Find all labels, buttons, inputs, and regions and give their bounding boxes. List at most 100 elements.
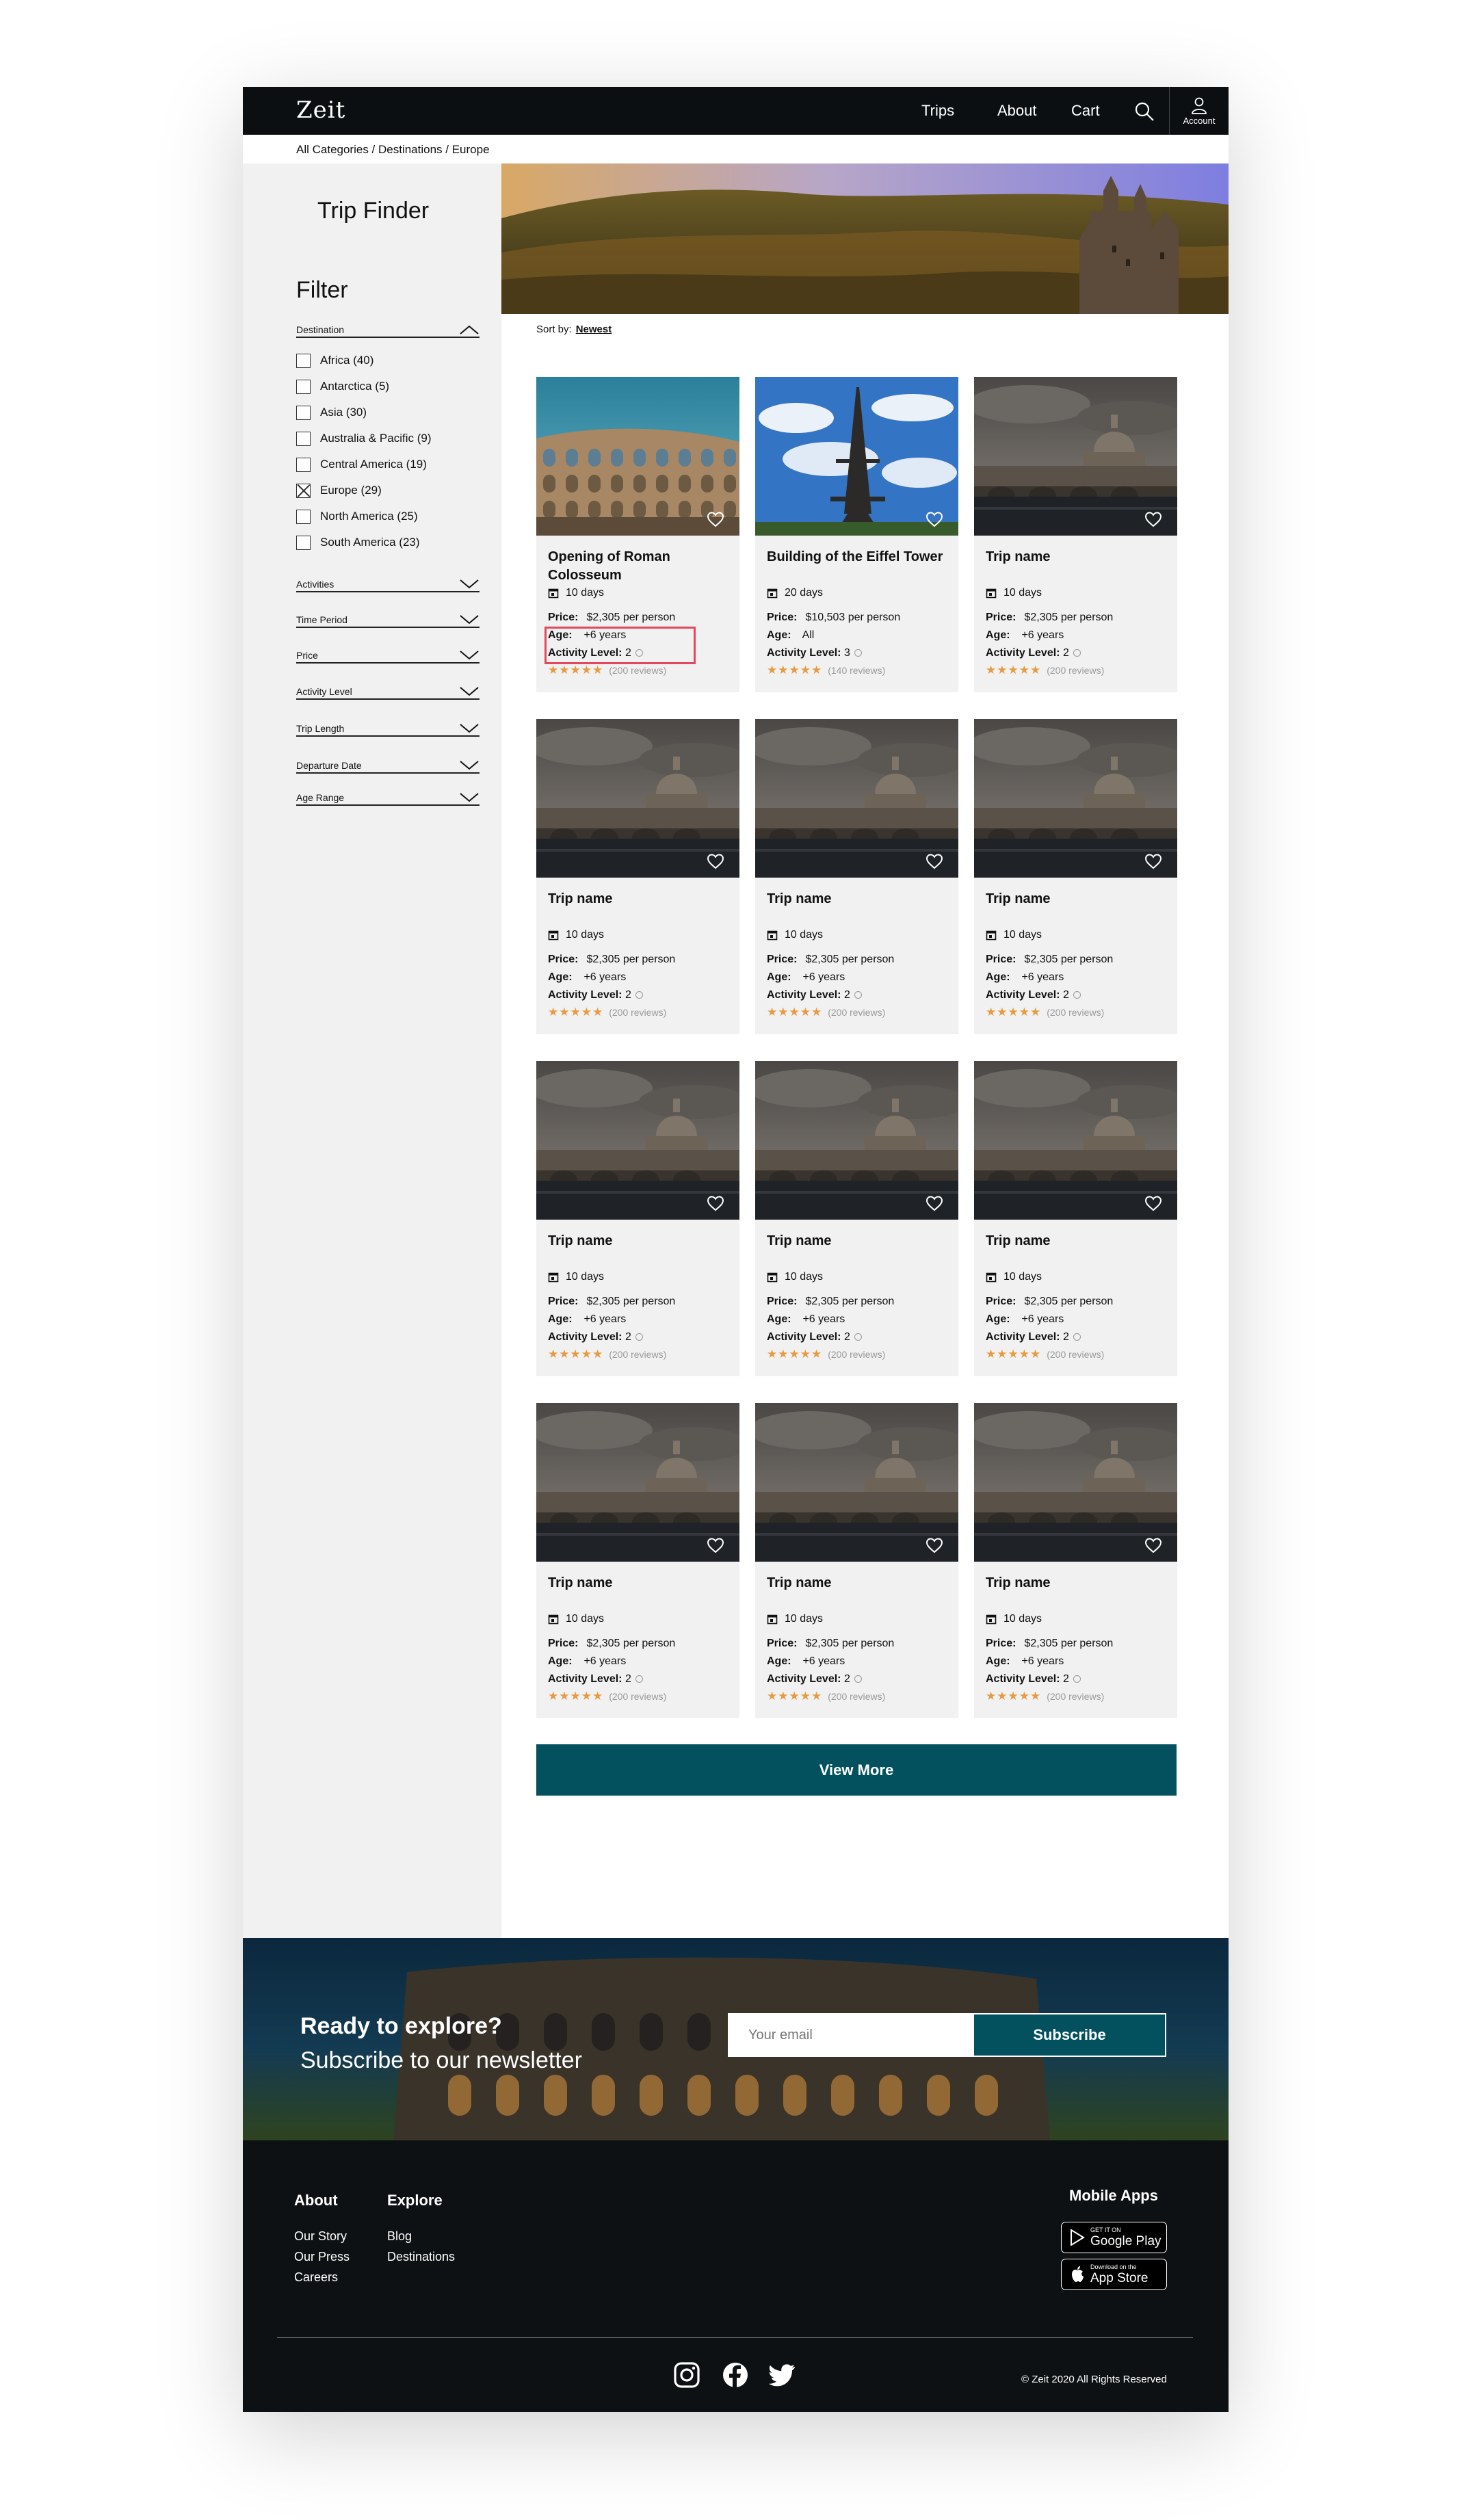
info-icon[interactable] <box>1073 1333 1081 1341</box>
review-count[interactable]: (200 reviews) <box>609 1349 666 1360</box>
trip-title[interactable]: Trip name <box>548 1232 726 1250</box>
destination-option[interactable]: Australia & Pacific (9) <box>296 425 432 451</box>
info-icon[interactable] <box>1073 649 1081 657</box>
trip-card[interactable]: Trip name 10 days Price: $2,305 per pers… <box>974 719 1177 1034</box>
instagram-icon[interactable] <box>673 2361 700 2389</box>
heart-icon[interactable] <box>707 1537 724 1553</box>
destination-option[interactable]: Antarctica (5) <box>296 373 432 399</box>
nav-cart[interactable]: Cart <box>1071 87 1100 135</box>
info-icon[interactable] <box>635 1675 643 1683</box>
info-icon[interactable] <box>635 1333 643 1341</box>
heart-icon[interactable] <box>926 1195 943 1211</box>
info-icon[interactable] <box>854 1675 862 1683</box>
email-input[interactable] <box>728 2013 973 2057</box>
trip-title[interactable]: Trip name <box>767 1574 945 1592</box>
trip-title[interactable]: Trip name <box>548 890 726 908</box>
filter-trip-length[interactable]: Trip Length <box>296 718 480 737</box>
filter-time-period[interactable]: Time Period <box>296 609 480 628</box>
trip-card[interactable]: Trip name 10 days Price: $2,305 per pers… <box>974 1403 1177 1718</box>
subscribe-button[interactable]: Subscribe <box>973 2013 1166 2057</box>
heart-icon[interactable] <box>1144 853 1162 869</box>
trip-card[interactable]: Trip name 10 days Price: $2,305 per pers… <box>536 719 739 1034</box>
destination-option[interactable]: Central America (19) <box>296 451 432 477</box>
checkbox[interactable] <box>296 405 311 420</box>
review-count[interactable]: (200 reviews) <box>1047 665 1104 676</box>
trip-card[interactable]: Trip name 10 days Price: $2,305 per pers… <box>536 1061 739 1376</box>
info-icon[interactable] <box>1073 991 1081 999</box>
breadcrumb[interactable]: All Categories / Destinations / Europe <box>296 143 490 157</box>
footer-link-blog[interactable]: Blog <box>387 2229 412 2244</box>
google-play-button[interactable]: GET IT ON Google Play <box>1061 2222 1167 2253</box>
destination-option[interactable]: Africa (40) <box>296 347 432 373</box>
info-icon[interactable] <box>854 649 862 657</box>
destination-option[interactable]: North America (25) <box>296 503 432 529</box>
filter-price[interactable]: Price <box>296 644 480 664</box>
checkbox[interactable] <box>296 535 311 550</box>
review-count[interactable]: (200 reviews) <box>828 1691 885 1702</box>
info-icon[interactable] <box>1073 1675 1081 1683</box>
trip-title[interactable]: Opening of Roman Colosseum <box>548 548 726 585</box>
trip-title[interactable]: Trip name <box>986 890 1164 908</box>
trip-title[interactable]: Trip name <box>767 1232 945 1250</box>
review-count[interactable]: (200 reviews) <box>609 1691 666 1702</box>
checkbox[interactable] <box>296 353 311 368</box>
trip-title[interactable]: Trip name <box>548 1574 726 1592</box>
trip-card[interactable]: Trip name 10 days Price: $2,305 per pers… <box>755 1403 958 1718</box>
search-icon[interactable] <box>1133 101 1155 122</box>
nav-trips[interactable]: Trips <box>921 87 954 135</box>
account-button[interactable]: Account <box>1169 87 1229 135</box>
checkbox-checked[interactable] <box>296 483 311 498</box>
heart-icon[interactable] <box>1144 511 1162 527</box>
checkbox[interactable] <box>296 457 311 472</box>
trip-card[interactable]: Trip name 10 days Price: $2,305 per pers… <box>755 1061 958 1376</box>
sort-value[interactable]: Newest <box>576 324 612 335</box>
trip-card[interactable]: Trip name 10 days Price: $2,305 per pers… <box>974 377 1177 692</box>
trip-card[interactable]: Opening of Roman Colosseum 10 days Price… <box>536 377 739 692</box>
checkbox[interactable] <box>296 509 311 524</box>
facebook-icon[interactable] <box>722 2361 749 2389</box>
info-icon[interactable] <box>854 991 862 999</box>
destination-option[interactable]: South America (23) <box>296 529 432 555</box>
review-count[interactable]: (200 reviews) <box>1047 1691 1104 1702</box>
heart-icon[interactable] <box>926 1537 943 1553</box>
trip-card[interactable]: Trip name 10 days Price: $2,305 per pers… <box>755 719 958 1034</box>
trip-title[interactable]: Trip name <box>767 890 945 908</box>
heart-icon[interactable] <box>1144 1537 1162 1553</box>
footer-link-careers[interactable]: Careers <box>294 2270 338 2285</box>
footer-link-destinations[interactable]: Destinations <box>387 2250 455 2264</box>
review-count[interactable]: (200 reviews) <box>1047 1007 1104 1018</box>
destination-option[interactable]: Europe (29) <box>296 477 432 503</box>
filter-age-range[interactable]: Age Range <box>296 787 480 806</box>
info-icon[interactable] <box>635 991 643 999</box>
footer-link-our-press[interactable]: Our Press <box>294 2250 350 2264</box>
trip-title[interactable]: Building of the Eiffel Tower <box>767 548 945 566</box>
review-count[interactable]: (140 reviews) <box>828 665 885 676</box>
info-icon[interactable] <box>854 1333 862 1341</box>
filter-departure-date[interactable]: Departure Date <box>296 754 480 774</box>
review-count[interactable]: (200 reviews) <box>609 665 666 676</box>
heart-icon[interactable] <box>707 511 724 527</box>
trip-card[interactable]: Trip name 10 days Price: $2,305 per pers… <box>974 1061 1177 1376</box>
review-count[interactable]: (200 reviews) <box>828 1349 885 1360</box>
checkbox[interactable] <box>296 379 311 394</box>
view-more-button[interactable]: View More <box>536 1744 1177 1796</box>
trip-title[interactable]: Trip name <box>986 1574 1164 1592</box>
sort-control[interactable]: Sort by: Newest <box>536 324 612 335</box>
heart-icon[interactable] <box>707 1195 724 1211</box>
heart-icon[interactable] <box>707 853 724 869</box>
twitter-icon[interactable] <box>769 2361 796 2389</box>
heart-icon[interactable] <box>926 511 943 527</box>
app-store-button[interactable]: Download on the App Store <box>1061 2259 1167 2290</box>
review-count[interactable]: (200 reviews) <box>828 1007 885 1018</box>
filter-activities[interactable]: Activities <box>296 573 480 592</box>
logo[interactable]: Zeit <box>296 96 345 124</box>
checkbox[interactable] <box>296 431 311 446</box>
heart-icon[interactable] <box>926 853 943 869</box>
footer-link-our-story[interactable]: Our Story <box>294 2229 347 2244</box>
trip-card[interactable]: Trip name 10 days Price: $2,305 per pers… <box>536 1403 739 1718</box>
review-count[interactable]: (200 reviews) <box>1047 1349 1104 1360</box>
trip-title[interactable]: Trip name <box>986 1232 1164 1250</box>
heart-icon[interactable] <box>1144 1195 1162 1211</box>
nav-about[interactable]: About <box>997 87 1037 135</box>
filter-destination[interactable]: Destination <box>296 319 480 338</box>
